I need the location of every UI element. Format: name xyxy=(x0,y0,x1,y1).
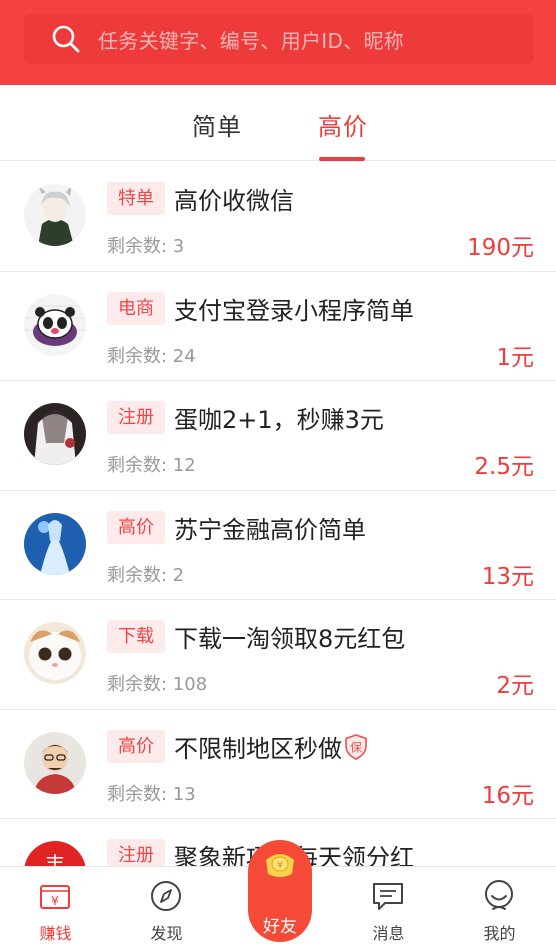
top-bar: 任务关键字、编号、用户ID、昵称 xyxy=(0,0,556,85)
task-price: 1元 xyxy=(496,344,534,371)
tabbar-earn[interactable]: ¥ 赚钱 xyxy=(0,867,111,947)
task-row[interactable]: 高价 不限制地区秒做保 剩余数: 13 16元 xyxy=(0,710,556,819)
task-price: 190元 xyxy=(467,235,534,261)
tabbar-label: 消息 xyxy=(372,924,405,943)
tabbar-messages[interactable]: 消息 xyxy=(333,867,444,947)
guarantee-badge-text: 保 xyxy=(350,740,362,754)
tabbar-label: 发现 xyxy=(150,924,183,943)
tabbar-label: 好友 xyxy=(263,917,297,937)
search-box[interactable]: 任务关键字、编号、用户ID、昵称 xyxy=(24,14,534,64)
task-tag: 下载 xyxy=(107,620,165,653)
category-tabs: 简单 高价 xyxy=(0,85,556,161)
tabbar-me[interactable]: 我的 xyxy=(444,867,555,947)
task-tag: 高价 xyxy=(107,729,165,763)
task-title: 不限制地区秒做保 xyxy=(174,729,368,764)
task-row[interactable]: 特单 高价收微信 剩余数: 3 190元 xyxy=(0,162,556,272)
task-title: 支付宝登录小程序简单 xyxy=(174,296,414,325)
task-row[interactable]: 下载 下载一淘领取8元红包 剩余数: 108 2元 xyxy=(0,600,556,710)
task-tag: 高价 xyxy=(107,510,165,544)
task-price: 13元 xyxy=(481,563,534,590)
avatar xyxy=(24,731,86,794)
svg-text:丰: 丰 xyxy=(45,852,65,866)
task-title-text: 不限制地区秒做 xyxy=(174,734,342,763)
task-remaining: 剩余数: 24 xyxy=(107,345,196,367)
avatar: 丰 xyxy=(24,841,86,866)
search-placeholder: 任务关键字、编号、用户ID、昵称 xyxy=(98,28,405,53)
task-remaining: 剩余数: 2 xyxy=(107,564,185,586)
search-icon xyxy=(52,25,80,53)
tabbar-friends[interactable]: ¥ 好友 xyxy=(248,840,312,942)
wallet-icon: ¥ xyxy=(40,885,70,909)
task-row[interactable]: 高价 苏宁金融高价简单 剩余数: 2 13元 xyxy=(0,491,556,600)
avatar xyxy=(24,293,86,356)
avatar xyxy=(24,622,86,684)
task-list: 特单 高价收微信 剩余数: 3 190元 电商 支付宝登录小程序简单 剩余数: … xyxy=(0,162,556,866)
tab-high-price[interactable]: 高价 xyxy=(318,107,368,142)
task-title: 蛋咖2+1，秒赚3元 xyxy=(174,406,384,434)
task-remaining: 剩余数: 13 xyxy=(107,783,196,805)
avatar xyxy=(24,512,86,575)
task-tag: 注册 xyxy=(107,839,165,866)
task-remaining: 剩余数: 108 xyxy=(107,674,208,695)
task-price: 2.5元 xyxy=(474,454,534,480)
task-remaining: 剩余数: 3 xyxy=(107,236,185,257)
task-title: 苏宁金融高价简单 xyxy=(174,515,366,544)
task-title: 高价收微信 xyxy=(174,187,294,215)
avatar xyxy=(24,403,86,465)
compass-icon xyxy=(151,881,181,911)
svg-text:¥: ¥ xyxy=(51,894,59,908)
guarantee-badge-icon: 保 xyxy=(345,733,367,760)
message-icon xyxy=(373,883,403,910)
task-price: 16元 xyxy=(481,782,534,809)
svg-text:¥: ¥ xyxy=(277,860,283,871)
task-row[interactable]: 注册 蛋咖2+1，秒赚3元 剩余数: 12 2.5元 xyxy=(0,381,556,491)
tab-simple[interactable]: 简单 xyxy=(192,107,242,142)
user-icon xyxy=(485,880,513,910)
task-remaining: 剩余数: 12 xyxy=(107,455,196,476)
task-tag: 特单 xyxy=(107,182,165,215)
task-tag: 电商 xyxy=(107,291,165,325)
task-tag: 注册 xyxy=(107,401,165,434)
tabbar-label: 赚钱 xyxy=(39,924,72,943)
task-title: 下载一淘领取8元红包 xyxy=(174,625,406,653)
task-price: 2元 xyxy=(496,673,534,699)
avatar xyxy=(24,184,86,246)
active-tab-indicator xyxy=(319,157,365,161)
tabbar-label: 我的 xyxy=(483,924,516,943)
tabbar-discover[interactable]: 发现 xyxy=(111,867,222,947)
task-row[interactable]: 电商 支付宝登录小程序简单 剩余数: 24 1元 xyxy=(0,272,556,381)
coin-icon: ¥ xyxy=(266,854,294,877)
